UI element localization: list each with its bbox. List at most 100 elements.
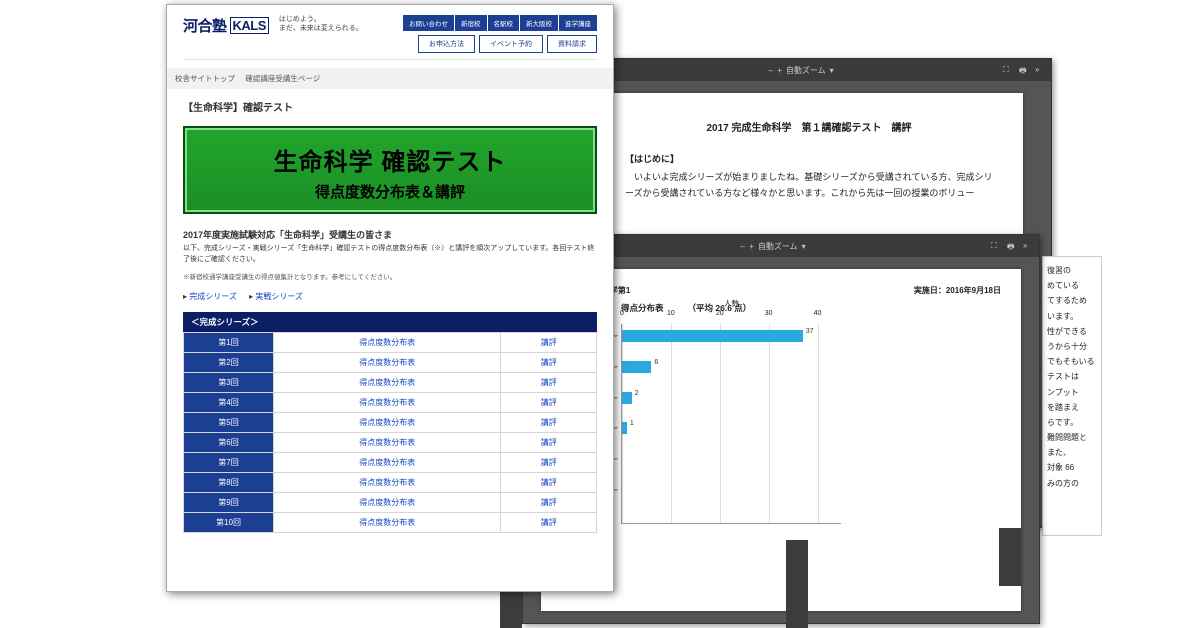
table-header: ＜完成シリーズ＞: [183, 312, 597, 332]
print-icon[interactable]: 🖶: [1019, 65, 1029, 75]
breadcrumb-item[interactable]: 確認講座受講生ページ: [245, 74, 320, 83]
commentary-link[interactable]: 講評: [541, 378, 557, 387]
menu-icon[interactable]: »: [1023, 241, 1033, 251]
row-label: 第5回: [184, 413, 274, 433]
top-nav-tab[interactable]: 進学講座: [559, 15, 597, 31]
breadcrumb-item[interactable]: 校舎サイトトップ: [175, 74, 235, 83]
text-fragment: 難問問題と: [1047, 430, 1097, 445]
chart-bar: 6: [622, 361, 651, 373]
distribution-link[interactable]: 得点度数分布表: [359, 438, 415, 447]
body-text: いよいよ完成シリーズが始まりましたね。基礎シリーズから受講されている方、完成シリ…: [625, 169, 993, 201]
top-nav-tab[interactable]: お問い合わせ: [403, 15, 454, 31]
text-fragment: でもそもいる: [1047, 354, 1097, 369]
fullscreen-icon[interactable]: ⛶: [991, 241, 1001, 251]
bar-value: 6: [654, 359, 658, 366]
chart-bar: 37: [622, 330, 803, 342]
nav-button[interactable]: 資料請求: [547, 35, 597, 53]
distribution-link[interactable]: 得点度数分布表: [359, 458, 415, 467]
commentary-link[interactable]: 講評: [541, 398, 557, 407]
footnote: ※新宿校通学講座受講生の得点値集計となります。参考にしてください。: [183, 271, 597, 281]
text-fragment: います。: [1047, 309, 1097, 324]
x-tick: 40: [814, 310, 822, 317]
commentary-link[interactable]: 講評: [541, 518, 557, 527]
link-completed-series[interactable]: 完成シリーズ: [189, 292, 237, 301]
bar-value: 1: [630, 420, 634, 427]
commentary-link[interactable]: 講評: [541, 458, 557, 467]
text-fragment: ンプット: [1047, 385, 1097, 400]
chart-caption: 得点分布表: [621, 302, 664, 314]
commentary-link[interactable]: 講評: [541, 478, 557, 487]
table-row: 第1回 得点度数分布表 講評: [184, 333, 597, 353]
text-fragment: 対象 66: [1047, 460, 1097, 475]
commentary-link[interactable]: 講評: [541, 338, 557, 347]
top-nav-tab[interactable]: 新宿校: [455, 15, 487, 31]
x-tick: 0: [620, 310, 624, 317]
banner-subtitle: 得点度数分布表＆講評: [193, 181, 587, 202]
distribution-link[interactable]: 得点度数分布表: [359, 338, 415, 347]
text-fragment: うから十分: [1047, 339, 1097, 354]
fullscreen-icon[interactable]: ⛶: [1003, 65, 1013, 75]
text-fragment-strip: 復習のめているてするためいます。性ができるうから十分でもそもいるテストはンプット…: [1042, 256, 1102, 536]
nav-button[interactable]: お申込方法: [418, 35, 475, 53]
top-nav-tab[interactable]: 名駅校: [488, 15, 520, 31]
series-links: ▸ 完成シリーズ ▸ 実戦シリーズ: [183, 291, 597, 302]
site-header: 河合塾 KALS はじめよう。 まだ、未来は変えられる。 お問い合わせ新宿校名駅…: [183, 15, 597, 60]
menu-icon[interactable]: »: [1035, 65, 1045, 75]
doc-title: 2017 完成生命科学 第１講確認テスト 講評: [625, 119, 993, 134]
distribution-link[interactable]: 得点度数分布表: [359, 478, 415, 487]
text-fragment: めている: [1047, 278, 1097, 293]
print-icon[interactable]: 🖶: [1007, 241, 1017, 251]
table-row: 第7回得点度数分布表講評: [184, 453, 597, 473]
text-fragment: を踏まえ: [1047, 400, 1097, 415]
commentary-link[interactable]: 講評: [541, 358, 557, 367]
row-label: 第4回: [184, 393, 274, 413]
text-fragment: 性ができる: [1047, 324, 1097, 339]
text-fragment: てするため: [1047, 293, 1097, 308]
row-label: 第6回: [184, 433, 274, 453]
score-distribution-chart: 人数 得点 01020304025〜3720〜615〜210〜15〜0〜: [621, 324, 841, 524]
link-practical-series[interactable]: 実戦シリーズ: [255, 292, 303, 301]
zoom-label[interactable]: 自動ズーム: [786, 65, 826, 76]
x-tick: 20: [716, 310, 724, 317]
commentary-link[interactable]: 講評: [541, 498, 557, 507]
session-table: 第1回得点度数分布表講評第2回得点度数分布表講評第3回得点度数分布表講評第4回得…: [183, 332, 597, 533]
row-label: 第2回: [184, 353, 274, 373]
row-label: 第3回: [184, 373, 274, 393]
window-stem: [786, 540, 808, 628]
nav-button[interactable]: イベント予約: [479, 35, 543, 53]
notice-body: 以下、完成シリーズ・実戦シリーズ「生命科学」確認テストの得点度数分布表（※）と講…: [183, 244, 597, 265]
row-label: 第10回: [184, 513, 274, 533]
row-label: 第1回: [184, 333, 274, 353]
zoom-label[interactable]: 自動ズーム: [758, 241, 798, 252]
site-logo[interactable]: 河合塾 KALS: [183, 15, 269, 36]
text-fragment: らです。: [1047, 415, 1097, 430]
x-tick: 10: [667, 310, 675, 317]
distribution-link[interactable]: 得点度数分布表: [359, 378, 415, 387]
text-fragment: テストは: [1047, 369, 1097, 384]
chart-bar: 2: [622, 392, 632, 404]
window-stem: [999, 528, 1021, 586]
text-fragment: 復習の: [1047, 263, 1097, 278]
distribution-link[interactable]: 得点度数分布表: [359, 418, 415, 427]
section-heading: 【はじめに】: [625, 152, 993, 165]
table-row: 第10回 得点度数分布表 講評: [184, 513, 597, 533]
commentary-link[interactable]: 講評: [541, 418, 557, 427]
course-webpage: 河合塾 KALS はじめよう。 まだ、未来は変えられる。 お問い合わせ新宿校名駅…: [166, 4, 614, 592]
distribution-link[interactable]: 得点度数分布表: [359, 498, 415, 507]
distribution-link[interactable]: 得点度数分布表: [359, 518, 415, 527]
distribution-link[interactable]: 得点度数分布表: [359, 358, 415, 367]
bar-value: 2: [635, 390, 639, 397]
tagline: はじめよう。: [279, 15, 363, 24]
top-nav-tab[interactable]: 新大阪校: [520, 15, 558, 31]
table-row: 第6回 得点度数分布表 講評: [184, 433, 597, 453]
page-title: 【生命科学】確認テスト: [183, 99, 597, 114]
notice-heading: 2017年度実施試験対応「生命科学」受講生の皆さま: [183, 228, 597, 241]
table-row: 第3回 得点度数分布表 講評: [184, 373, 597, 393]
chart-bar: 1: [622, 422, 627, 434]
hero-banner: 生命科学 確認テスト 得点度数分布表＆講評: [183, 126, 597, 214]
tagline: まだ、未来は変えられる。: [279, 24, 363, 33]
bar-value: 37: [806, 328, 814, 335]
table-row: 第8回得点度数分布表講評: [184, 473, 597, 493]
commentary-link[interactable]: 講評: [541, 438, 557, 447]
distribution-link[interactable]: 得点度数分布表: [359, 398, 415, 407]
